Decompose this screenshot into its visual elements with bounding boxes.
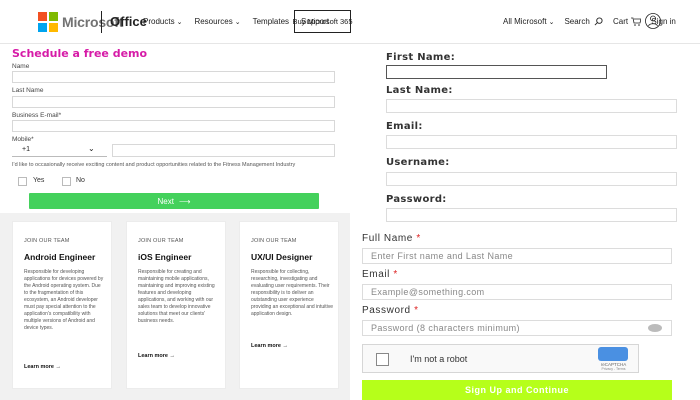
chevron-down-icon: ⌄ — [548, 19, 555, 27]
first-name-label: First Name: — [386, 52, 456, 63]
card-description: Responsible for creating and maintaining… — [138, 269, 215, 324]
next-button[interactable]: Next ⟶ — [29, 193, 319, 209]
nav-products[interactable]: Products ⌄ — [143, 17, 182, 26]
signup-password-label: Password * — [362, 305, 419, 316]
microsoft-logo-icon[interactable] — [38, 12, 58, 32]
card-title: Android Engineer — [24, 252, 96, 262]
cart-button[interactable]: Cart — [613, 17, 642, 27]
required-mark: * — [416, 233, 421, 244]
business-email-input[interactable] — [12, 120, 335, 132]
learn-more-link[interactable]: Learn more → — [138, 353, 175, 359]
chevron-down-icon: ⌄ — [176, 19, 183, 26]
card-eyebrow: JOIN OUR TEAM — [138, 238, 184, 244]
card-description: Responsible for developing applications … — [24, 269, 104, 331]
next-button-label: Next — [157, 196, 174, 206]
business-email-label: Business E-mail* — [12, 112, 62, 119]
site-header: Microsoft Office Products ⌄ Resources ⌄ Te… — [0, 0, 700, 44]
last-name-input[interactable] — [386, 99, 677, 113]
password-label: Password: — [386, 194, 447, 205]
chevron-down-icon: ⌄ — [88, 144, 95, 153]
buy-microsoft-365-button[interactable]: Buy Microsoft 365 — [292, 10, 353, 33]
required-mark: * — [414, 305, 419, 316]
all-microsoft-menu[interactable]: All Microsoft ⌄ — [503, 17, 554, 26]
avatar-icon[interactable] — [645, 10, 661, 32]
card-title: UX/UI Designer — [251, 252, 313, 262]
name-label: Name — [12, 63, 30, 70]
demo-form-title: Schedule a free demo — [12, 47, 148, 60]
username-label: Username: — [386, 157, 450, 168]
search-icon — [594, 17, 603, 26]
card-description: Responsible for collecting, researching,… — [251, 269, 333, 317]
email-input[interactable] — [386, 135, 677, 149]
full-name-input[interactable]: Enter First name and Last Name — [362, 248, 672, 264]
last-name-label: Last Name — [12, 87, 44, 94]
mobile-label: Mobile* — [12, 136, 34, 143]
consent-no-label: No — [76, 177, 85, 184]
required-mark: * — [393, 269, 398, 280]
arrow-right-icon: → — [169, 353, 176, 359]
search-button[interactable]: Search — [564, 17, 603, 26]
consent-text: I'd like to occasionally receive excitin… — [12, 162, 296, 168]
header-divider — [101, 11, 102, 33]
sign-up-and-continue-button[interactable]: Sign Up and Continue — [362, 380, 672, 400]
full-name-label: Full Name * — [362, 233, 421, 244]
last-name-input[interactable] — [12, 96, 335, 108]
first-name-input[interactable] — [386, 65, 607, 79]
arrow-right-icon: ⟶ — [178, 196, 191, 206]
nav-templates[interactable]: Templates — [253, 17, 289, 26]
consent-yes-label: Yes — [33, 177, 45, 184]
card-eyebrow: JOIN OUR TEAM — [24, 238, 70, 244]
show-password-eye-icon[interactable] — [648, 324, 662, 332]
recaptcha-logo-icon — [598, 347, 628, 361]
email-label: Email: — [386, 121, 423, 132]
password-input[interactable] — [386, 208, 677, 222]
chevron-down-icon: ⌄ — [234, 19, 241, 26]
signup-email-input[interactable]: Example@something.com — [362, 284, 672, 300]
username-input[interactable] — [386, 172, 677, 186]
last-name-label: Last Name: — [386, 85, 453, 96]
recaptcha-widget: I'm not a robot reCAPTCHA Privacy - Term… — [362, 344, 639, 373]
country-code-value: +1 — [22, 146, 30, 153]
learn-more-link[interactable]: Learn more → — [251, 343, 288, 349]
job-card-ux-ui[interactable]: JOIN OUR TEAM UX/UI Designer Responsible… — [239, 221, 339, 389]
job-card-android[interactable]: JOIN OUR TEAM Android Engineer Responsib… — [12, 221, 112, 389]
nav-resources[interactable]: Resources ⌄ — [194, 17, 240, 26]
recaptcha-checkbox[interactable] — [376, 353, 389, 366]
card-title: iOS Engineer — [138, 252, 192, 262]
cart-icon — [631, 17, 642, 27]
country-code-select[interactable]: +1 ⌄ — [12, 144, 107, 157]
card-eyebrow: JOIN OUR TEAM — [251, 238, 297, 244]
arrow-right-icon: → — [282, 343, 289, 349]
product-name[interactable]: Office — [110, 14, 147, 29]
consent-yes-radio[interactable] — [18, 177, 27, 186]
recaptcha-privacy-terms-link[interactable]: Privacy - Terms — [591, 367, 636, 371]
signup-email-label: Email * — [362, 269, 398, 280]
mobile-input[interactable] — [112, 144, 335, 157]
recaptcha-label: I'm not a robot — [410, 354, 468, 364]
job-card-ios[interactable]: JOIN OUR TEAM iOS Engineer Responsible f… — [126, 221, 226, 389]
name-input[interactable] — [12, 71, 335, 83]
arrow-right-icon: → — [55, 364, 62, 370]
consent-no-radio[interactable] — [62, 177, 71, 186]
learn-more-link[interactable]: Learn more → — [24, 364, 61, 370]
signup-password-input[interactable]: Password (8 characters minimum) — [362, 320, 672, 336]
